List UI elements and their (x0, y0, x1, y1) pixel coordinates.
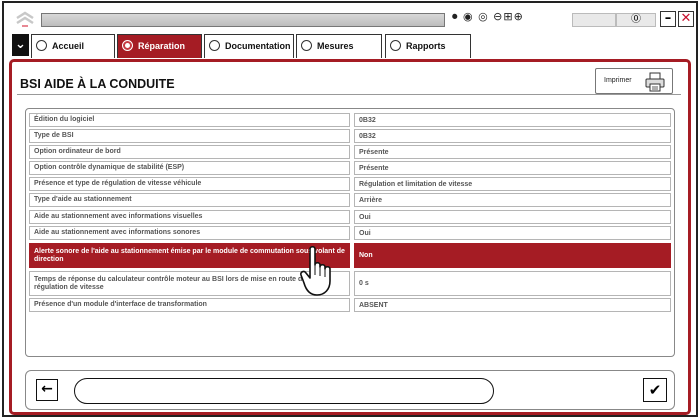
row-value: 0B32 (354, 129, 671, 143)
row-value: Oui (354, 226, 671, 240)
title-field (41, 13, 445, 27)
tab-bar: ⌄ Accueil Réparation Documentation Mesur… (4, 31, 696, 59)
row-value: Oui (354, 210, 671, 224)
row-value: Régulation et limitation de vitesse (354, 177, 671, 191)
row-value: Présente (354, 145, 671, 159)
tab-accueil[interactable]: Accueil (31, 34, 115, 58)
table-row[interactable]: Présence d'un module d'interface de tran… (29, 298, 671, 312)
bottom-bar: ← ✔ (25, 370, 675, 410)
row-value: 0 s (354, 271, 671, 296)
row-label: Édition du logiciel (29, 113, 350, 127)
minimize-button[interactable]: – (660, 11, 676, 27)
row-label: Option ordinateur de bord (29, 145, 350, 159)
table-row[interactable]: Temps de réponse du calculateur contrôle… (29, 271, 671, 296)
table-row[interactable]: Édition du logiciel 0B32 (29, 113, 671, 127)
tab-label: Documentation (225, 41, 291, 51)
radio-icon (390, 40, 401, 51)
row-label: Présence et type de régulation de vitess… (29, 177, 350, 191)
info-table: Édition du logiciel 0B32 Type de BSI 0B3… (25, 108, 675, 357)
panel-header: BSI AIDE À LA CONDUITE Imprimer (17, 67, 681, 95)
status-indicator: ⓪ (616, 13, 656, 27)
confirm-button[interactable]: ✔ (643, 378, 667, 402)
print-label: Imprimer (604, 77, 632, 84)
table-row[interactable]: Type de BSI 0B32 (29, 129, 671, 143)
main-panel: BSI AIDE À LA CONDUITE Imprimer Édition … (9, 59, 691, 415)
status-icons[interactable]: ⏺ ◉ ◎ ⊖⊞⊕ (452, 10, 524, 24)
printer-icon (645, 72, 665, 92)
table-row[interactable]: Option ordinateur de bord Présente (29, 145, 671, 159)
chevron-down-icon[interactable]: ⌄ (12, 34, 29, 56)
app-window: ⏺ ◉ ◎ ⊖⊞⊕ ⓪ – ✕ ⌄ Accueil Réparation Doc… (2, 1, 698, 417)
tab-label: Accueil (52, 41, 85, 51)
table-row[interactable]: Type d'aide au stationnement Arrière (29, 193, 671, 207)
row-value: Arrière (354, 193, 671, 207)
brand-logo-icon (16, 11, 34, 27)
radio-icon (122, 40, 133, 51)
table-row-selected[interactable]: Alerte sonore de l'aide au stationnement… (29, 243, 671, 268)
title-bar: ⏺ ◉ ◎ ⊖⊞⊕ ⓪ – ✕ (4, 3, 696, 31)
tab-label: Mesures (317, 41, 354, 51)
row-label: Présence d'un module d'interface de tran… (29, 298, 350, 312)
row-value: Présente (354, 161, 671, 175)
page-title: BSI AIDE À LA CONDUITE (20, 77, 175, 91)
message-field (74, 378, 494, 404)
status-field (572, 13, 616, 27)
row-label: Type d'aide au stationnement (29, 193, 350, 207)
back-button[interactable]: ← (36, 379, 58, 401)
row-label: Aide au stationnement avec informations … (29, 226, 350, 240)
tab-rapports[interactable]: Rapports (385, 34, 471, 58)
tab-label: Rapports (406, 41, 446, 51)
row-value: 0B32 (354, 113, 671, 127)
tab-mesures[interactable]: Mesures (296, 34, 382, 58)
table-row[interactable]: Présence et type de régulation de vitess… (29, 177, 671, 191)
table-row[interactable]: Aide au stationnement avec informations … (29, 210, 671, 224)
radio-icon (209, 40, 220, 51)
table-row[interactable]: Option contrôle dynamique de stabilité (… (29, 161, 671, 175)
hand-cursor-icon (300, 245, 331, 296)
row-label: Type de BSI (29, 129, 350, 143)
row-label: Option contrôle dynamique de stabilité (… (29, 161, 350, 175)
row-value: Non (354, 243, 671, 268)
table-row[interactable]: Aide au stationnement avec informations … (29, 226, 671, 240)
tab-reparation[interactable]: Réparation (117, 34, 202, 58)
print-button[interactable]: Imprimer (595, 68, 673, 94)
tab-label: Réparation (138, 41, 186, 51)
tab-documentation[interactable]: Documentation (204, 34, 294, 58)
row-label: Aide au stationnement avec informations … (29, 210, 350, 224)
row-value: ABSENT (354, 298, 671, 312)
radio-icon (36, 40, 47, 51)
close-button[interactable]: ✕ (678, 11, 694, 27)
radio-icon (301, 40, 312, 51)
